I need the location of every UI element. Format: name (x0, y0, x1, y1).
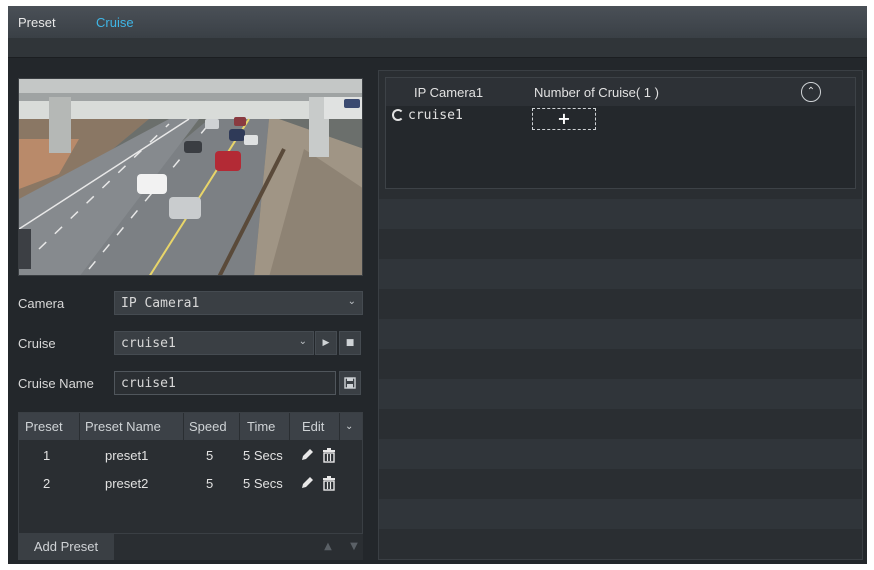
stop-icon: ■ (345, 338, 355, 348)
tab-preset[interactable]: Preset (18, 15, 56, 30)
trash-icon[interactable] (321, 475, 337, 491)
cruise-table-header: IP Camera1 Number of Cruise( 1 ) ⌃ (386, 78, 855, 106)
col-preset-name: Preset Name (85, 419, 161, 434)
pencil-icon[interactable] (299, 475, 315, 491)
cruise-name-input[interactable]: cruise1 (114, 371, 336, 395)
cruise-list-panel: IP Camera1 Number of Cruise( 1 ) ⌃ cruis… (378, 70, 863, 560)
cruise-table: IP Camera1 Number of Cruise( 1 ) ⌃ cruis… (385, 77, 856, 189)
cruise-select[interactable]: cruise1 ⌄ (114, 331, 314, 355)
save-icon (344, 377, 356, 389)
col-edit: Edit (302, 419, 325, 434)
chevron-down-icon: ⌄ (347, 296, 356, 307)
preset-speed: 5 (206, 476, 214, 491)
trash-icon[interactable] (321, 447, 337, 463)
play-button[interactable]: ▶ (315, 331, 337, 355)
table-row[interactable]: 2 preset2 5 5 Secs (19, 470, 362, 498)
chevron-up-icon[interactable]: ⌃ (801, 82, 821, 102)
preset-number: 1 (43, 448, 51, 463)
col-preset: Preset (25, 419, 63, 434)
pencil-icon[interactable] (299, 447, 315, 463)
stop-button[interactable]: ■ (339, 331, 361, 355)
add-cruise-button[interactable]: + (532, 108, 596, 130)
camera-live-view (18, 78, 363, 276)
preset-table-header: Preset Preset Name Speed Time Edit ⌄ (19, 413, 362, 440)
preset-name: preset2 (105, 476, 149, 491)
preset-actions-bar: Add Preset ▲ ▼ (18, 534, 363, 560)
camera-name-header: IP Camera1 (414, 85, 484, 100)
camera-select[interactable]: IP Camera1 ⌄ (114, 291, 363, 315)
camera-select-value: IP Camera1 (121, 296, 200, 311)
preset-table: Preset Preset Name Speed Time Edit ⌄ 1 p… (18, 412, 363, 534)
sub-toolbar (8, 38, 867, 58)
preset-speed: 5 (206, 448, 214, 463)
preset-number: 2 (43, 476, 51, 491)
tab-cruise[interactable]: Cruise (96, 15, 134, 30)
camera-label: Camera (18, 296, 65, 311)
highway-scene-image (19, 79, 362, 275)
move-down-button[interactable]: ▼ (346, 538, 362, 556)
cruise-item-label: cruise1 (408, 108, 463, 123)
preset-time: 5 Secs (243, 476, 283, 491)
cruise-count-header: Number of Cruise( 1 ) (534, 85, 659, 100)
col-speed: Speed (189, 419, 227, 434)
play-icon: ▶ (322, 338, 330, 348)
cruise-select-value: cruise1 (121, 336, 176, 351)
cruise-name-label: Cruise Name (18, 376, 94, 391)
tab-bar: Preset Cruise (8, 6, 867, 38)
cruise-label: Cruise (18, 336, 56, 351)
col-time: Time (247, 419, 276, 434)
table-row[interactable]: 1 preset1 5 5 Secs (19, 442, 362, 470)
preset-name: preset1 (105, 448, 149, 463)
add-preset-button[interactable]: Add Preset (18, 534, 114, 560)
save-button[interactable] (339, 371, 361, 395)
cruise-radio-icon[interactable] (392, 109, 404, 121)
move-up-button[interactable]: ▲ (320, 538, 336, 556)
chevron-down-icon: ⌄ (298, 336, 307, 347)
cruise-config-window: Preset Cruise Camera IP Camera1 ⌄ Cruise… (8, 6, 867, 564)
preset-time: 5 Secs (243, 448, 283, 463)
list-item[interactable]: cruise1 (392, 108, 463, 123)
chevron-down-icon[interactable]: ⌄ (345, 421, 353, 432)
cruise-name-value: cruise1 (121, 376, 176, 391)
